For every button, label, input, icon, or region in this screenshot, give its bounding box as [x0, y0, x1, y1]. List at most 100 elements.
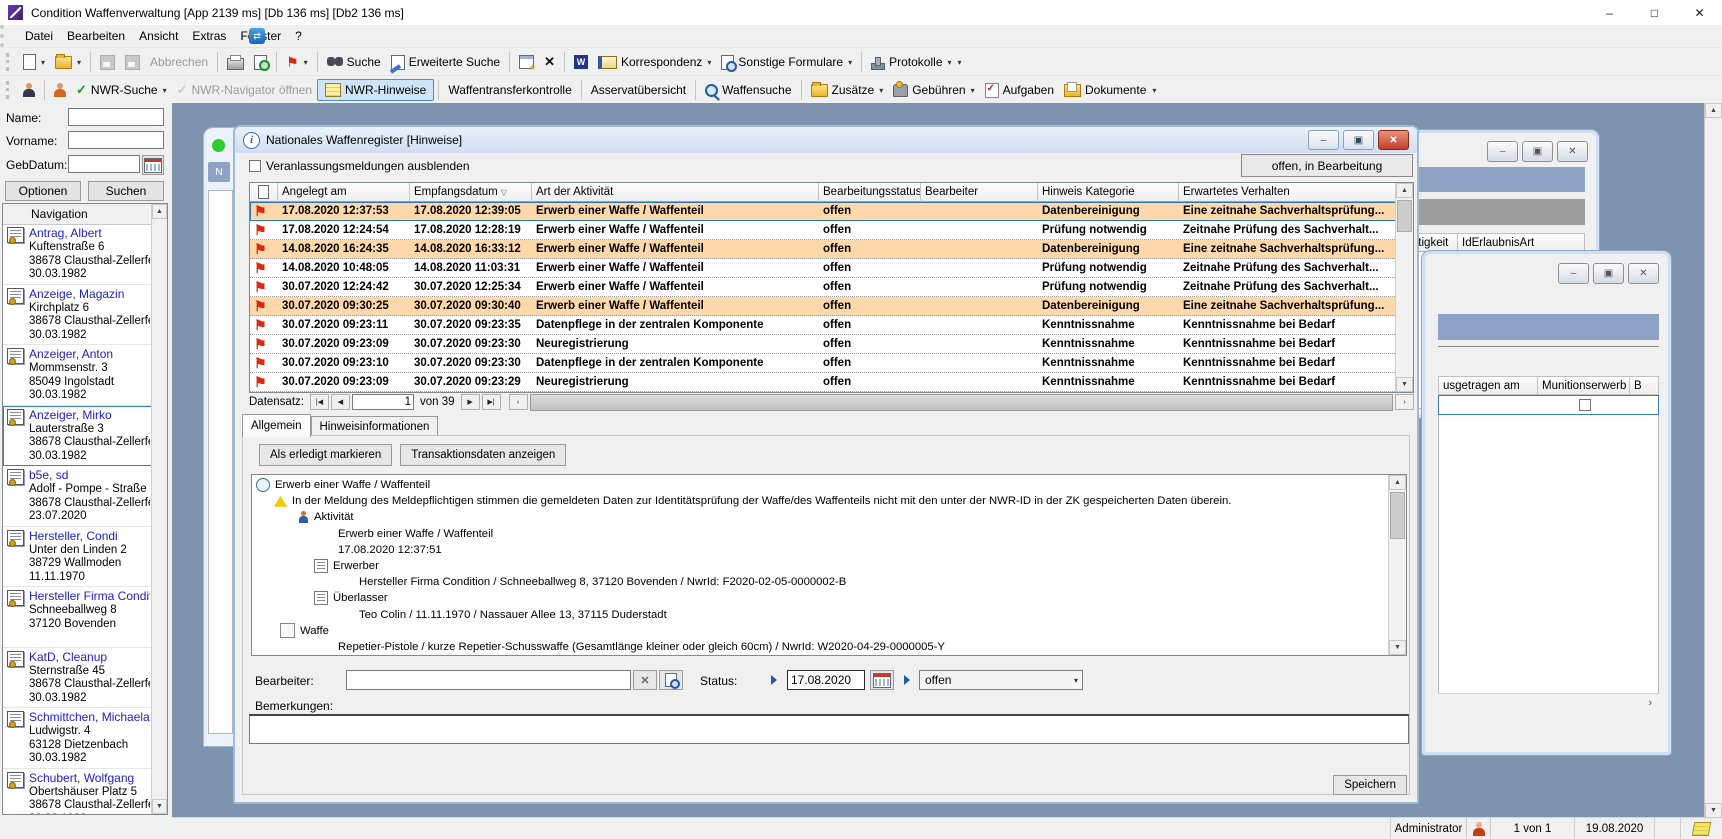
table-row[interactable]: ⚑ 30.07.2020 09:30:25 30.07.2020 09:30:4… — [250, 297, 1413, 316]
vorname-input[interactable] — [68, 131, 164, 149]
bg2-restore-button[interactable]: ▣ — [1593, 263, 1624, 284]
close-button[interactable]: ✕ — [1677, 0, 1722, 25]
menu-item[interactable]: ? — [288, 27, 309, 45]
print-preview-button[interactable] — [249, 53, 272, 72]
veranlassung-checkbox[interactable] — [249, 160, 261, 172]
aufgaben-button[interactable]: Aufgaben — [980, 81, 1059, 100]
waffentransferkontrolle-button[interactable]: Waffentransferkontrolle — [443, 81, 576, 99]
list-item[interactable]: Anzeiger, Anton Mommsenstr. 3 85049 Ingo… — [3, 345, 152, 406]
gebdatum-input[interactable] — [68, 155, 140, 173]
background-window-left[interactable]: N — [203, 127, 235, 747]
bg2-selected-row[interactable] — [1438, 395, 1659, 415]
bg2-hscrollbar[interactable]: › — [1439, 693, 1658, 711]
optionen-button[interactable]: Optionen — [5, 181, 81, 201]
bg2-column-ausgetragen[interactable]: usgetragen am — [1438, 376, 1538, 395]
suchen-button[interactable]: Suchen — [88, 181, 164, 201]
detail-vscrollbar[interactable]: ▲ ▼ — [1388, 475, 1406, 655]
pick-bearbeiter-button[interactable] — [659, 670, 683, 690]
table-row[interactable]: ⚑ 30.07.2020 09:23:11 30.07.2020 09:23:3… — [250, 316, 1413, 335]
gebdatum-calendar-button[interactable] — [142, 155, 164, 175]
table-row[interactable]: ⚑ 14.08.2020 10:48:05 14.08.2020 11:03:3… — [250, 259, 1413, 278]
abort-button[interactable]: Abbrechen — [145, 53, 213, 71]
table-row[interactable]: ⚑ 14.08.2020 16:24:35 14.08.2020 16:33:1… — [250, 240, 1413, 259]
nwr-hinweise-button[interactable]: NWR-Hinweise — [317, 79, 434, 101]
background-window-munition[interactable]: – ▣ ✕ usgetragen am Munitionserwerb B › — [1422, 251, 1671, 755]
list-item[interactable]: Schubert, Wolfgang Obertshäuser Platz 5 … — [3, 769, 152, 815]
scroll-up-icon[interactable]: ▲ — [152, 204, 167, 219]
tab-allgemein[interactable]: Allgemein — [242, 414, 311, 437]
tab-hinweisinformationen[interactable]: Hinweisinformationen — [311, 416, 439, 437]
hscroll-left-icon[interactable]: ‹ — [509, 394, 528, 410]
bg1-restore-button[interactable]: ▣ — [1522, 141, 1553, 162]
zusaetze-button[interactable]: Zusätze▾ — [806, 81, 889, 99]
table-scroll-up-icon[interactable]: ▲ — [1396, 183, 1413, 198]
header-art[interactable]: Art der Aktivität — [532, 183, 819, 202]
save-all-button[interactable] — [120, 53, 145, 72]
korrespondenz-button[interactable]: Korrespondenz▾ — [593, 53, 716, 71]
detail-scroll-down-icon[interactable]: ▼ — [1389, 640, 1406, 655]
new-button[interactable]: ▾ — [18, 52, 50, 72]
save-button[interactable] — [95, 53, 120, 72]
status-date-input[interactable] — [787, 670, 865, 690]
word-button[interactable]: W — [569, 53, 593, 71]
list-item[interactable]: Schmittchen, Michaela Ludwigstr. 4 63128… — [3, 708, 152, 769]
clear-bearbeiter-button[interactable]: ✕ — [633, 670, 657, 690]
asservatuebersicht-button[interactable]: Asservatübersicht — [586, 81, 691, 99]
bearbeiter-input[interactable] — [346, 670, 631, 690]
list-item[interactable]: Anzeige, Magazin Kirchplatz 6 38678 Clau… — [3, 285, 152, 346]
table-row[interactable]: ⚑ 17.08.2020 12:24:54 17.08.2020 12:28:1… — [250, 221, 1413, 240]
detail-scroll-up-icon[interactable]: ▲ — [1389, 475, 1406, 490]
header-bearbeitungsstatus[interactable]: Bearbeitungsstatus — [819, 183, 921, 202]
menu-item[interactable]: Bearbeiten — [60, 27, 132, 45]
mdi-vscrollbar[interactable]: ▲ ▼ — [1704, 103, 1722, 818]
bg1-column-erlaubnisart[interactable]: IdErlaubnisArt — [1458, 233, 1585, 252]
bg1-close-button[interactable]: ✕ — [1557, 141, 1588, 162]
table-row[interactable]: ⚑ 30.07.2020 09:23:09 30.07.2020 09:23:3… — [250, 335, 1413, 354]
user-dark-button[interactable] — [18, 81, 40, 99]
table-scroll-thumb[interactable] — [1397, 200, 1412, 232]
table-row[interactable]: ⚑ 30.07.2020 09:23:10 30.07.2020 09:23:3… — [250, 354, 1413, 373]
header-angelegt[interactable]: Angelegt am — [278, 183, 410, 202]
bemerkungen-input[interactable] — [249, 714, 1409, 744]
status-calendar-button[interactable] — [870, 670, 894, 690]
status-filter-button[interactable]: offen, in Bearbeitung — [1241, 154, 1413, 177]
print-button[interactable] — [222, 52, 249, 72]
teamviewer-icon[interactable]: ⇄ — [249, 28, 265, 44]
table-row[interactable]: ⚑ 30.07.2020 09:23:09 30.07.2020 09:23:2… — [250, 373, 1413, 392]
scroll-down-icon[interactable]: ▼ — [152, 799, 167, 814]
mark-done-button[interactable]: Als erledigt markieren — [259, 444, 392, 466]
list-item[interactable]: Antrag, Albert Kuftenstraße 6 38678 Clau… — [3, 224, 152, 285]
bg2-column-b[interactable]: B — [1630, 376, 1659, 395]
munitionserwerb-checkbox[interactable] — [1579, 399, 1591, 411]
mdi-scroll-down-icon[interactable]: ▼ — [1705, 803, 1722, 818]
list-item[interactable]: Hersteller, Condi Unter den Linden 2 387… — [3, 527, 152, 588]
menu-item[interactable]: Datei — [18, 27, 60, 45]
toolbar-grip[interactable] — [6, 53, 12, 71]
navigation-scrollbar[interactable]: ▲ ▼ — [151, 204, 167, 814]
table-row[interactable]: ⚑ 30.07.2020 12:24:42 30.07.2020 12:25:3… — [250, 278, 1413, 297]
flag-button[interactable]: ⚑▾ — [281, 53, 313, 71]
table-vscrollbar[interactable]: ▲ ▼ — [1395, 183, 1413, 392]
toolbar-grip2[interactable] — [6, 81, 12, 99]
header-verhalten[interactable]: Erwartetes Verhalten — [1179, 183, 1396, 202]
header-bearbeiter[interactable]: Bearbeiter — [921, 183, 1038, 202]
bg2-minimize-button[interactable]: – — [1558, 263, 1589, 284]
list-item[interactable]: Hersteller Firma Condition Schneeballweg… — [3, 587, 152, 648]
minimize-button[interactable]: – — [1587, 0, 1632, 25]
user-orange-button[interactable] — [49, 81, 71, 99]
last-record-button[interactable]: ▶| — [482, 394, 501, 410]
next-record-button[interactable]: ▶ — [461, 394, 480, 410]
name-input[interactable] — [68, 108, 164, 126]
delete-button[interactable]: ✕ — [539, 52, 560, 72]
toolbar2-overflow[interactable]: ▾ — [1152, 86, 1156, 95]
hscroll-thumb[interactable] — [530, 394, 1393, 411]
waffensuche-button[interactable]: Waffensuche — [700, 81, 796, 99]
header-icon-cell[interactable] — [250, 183, 278, 202]
dialog-restore-button[interactable]: ▣ — [1343, 130, 1374, 150]
nwr-navigator-button[interactable]: ✓NWR-Navigator öffnen — [172, 80, 317, 100]
status-select[interactable]: offen ▾ — [919, 670, 1083, 690]
toolbar-overflow[interactable]: ▾ — [958, 58, 962, 67]
bg2-column-munitionserwerb[interactable]: Munitionserwerb — [1538, 376, 1630, 395]
speichern-button[interactable]: Speichern — [1333, 775, 1407, 795]
sonstige-formulare-button[interactable]: Sonstige Formulare▾ — [716, 53, 857, 72]
